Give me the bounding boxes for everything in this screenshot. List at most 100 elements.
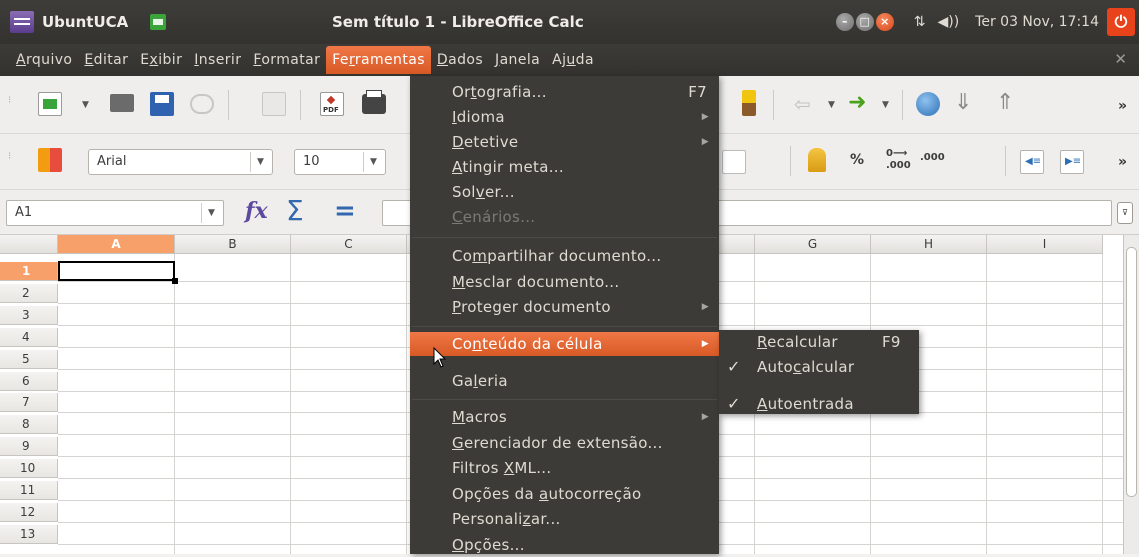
row-header-9[interactable]: 9 (0, 437, 58, 457)
currency-icon[interactable] (808, 148, 826, 172)
menu-exibir[interactable]: Exibir (134, 46, 188, 74)
menu-item-personalizar[interactable]: Personalizar... (410, 507, 719, 531)
borders-icon[interactable] (722, 150, 746, 174)
menu-item-conteudo-celula[interactable]: Conteúdo da célula ▶ (410, 332, 719, 356)
menu-dados[interactable]: Dados (431, 46, 489, 74)
toolbar-overflow-icon[interactable]: » (1118, 154, 1127, 170)
row-header-8[interactable]: 8 (0, 415, 58, 435)
chevron-down-icon[interactable]: ▼ (201, 203, 221, 223)
row-header-2[interactable]: 2 (0, 283, 58, 303)
font-name-combo[interactable]: Arial ▼ (88, 149, 273, 175)
sum-icon[interactable]: Σ (286, 194, 304, 227)
open-folder-icon[interactable] (110, 94, 134, 112)
export-pdf-icon[interactable]: PDF (320, 92, 344, 116)
clock[interactable]: Ter 03 Nov, 17:14 (975, 14, 1099, 30)
undo-icon[interactable]: ⇦ (794, 92, 811, 116)
column-header-c[interactable]: C (291, 235, 407, 254)
row-header-11[interactable]: 11 (0, 481, 58, 500)
row-header-1[interactable]: 1 (0, 262, 58, 281)
increase-indent-icon[interactable]: ▶≡ (1060, 150, 1084, 174)
close-window-button[interactable]: × (875, 13, 894, 31)
menu-item-autocorrecao[interactable]: Opções da autocorreção (410, 482, 719, 506)
percent-icon[interactable]: % (850, 152, 864, 168)
volume-icon[interactable]: ◀)) (937, 14, 959, 30)
vertical-scrollbar[interactable] (1123, 235, 1139, 554)
new-document-icon[interactable] (38, 92, 62, 116)
add-decimal-icon[interactable]: 0⟶ .000 (886, 148, 911, 172)
menu-item-macros[interactable]: Macros ▶ (410, 405, 719, 429)
sort-descending-icon[interactable]: ⇑ (996, 90, 1014, 115)
row-header-10[interactable]: 10 (0, 459, 58, 479)
toolbar-grip[interactable]: ⁝ (8, 96, 11, 106)
save-icon[interactable] (150, 92, 174, 116)
styles-icon[interactable] (38, 148, 62, 172)
menu-ajuda[interactable]: Ajuda (546, 46, 600, 74)
app-menu-icon[interactable] (10, 11, 34, 33)
sort-ascending-icon[interactable]: ⇓ (954, 90, 972, 115)
row-header-13[interactable]: 13 (0, 524, 58, 544)
row-header-3[interactable]: 3 (0, 305, 58, 325)
email-icon[interactable] (190, 94, 214, 114)
column-header-g[interactable]: G (755, 235, 871, 254)
menu-inserir[interactable]: Inserir (188, 46, 247, 74)
redo-dropdown-icon[interactable]: ▼ (882, 100, 889, 110)
function-wizard-icon[interactable]: fx (245, 198, 268, 224)
menu-item-filtros-xml[interactable]: Filtros XML... (410, 456, 719, 480)
menu-item-opcoes[interactable]: Opções... (410, 533, 719, 557)
menu-item-compartilhar[interactable]: Compartilhar documento... (410, 244, 719, 268)
clone-format-icon[interactable] (742, 90, 756, 116)
decrease-indent-icon[interactable]: ◀≡ (1020, 150, 1044, 174)
maximize-button[interactable]: □ (855, 13, 874, 31)
menu-item-atingir-meta[interactable]: Atingir meta... (410, 155, 719, 179)
power-icon[interactable]: ⏻ (1107, 8, 1135, 36)
row-header-7[interactable]: 7 (0, 393, 58, 413)
font-size-combo[interactable]: 10 ▼ (294, 149, 386, 175)
row-header-5[interactable]: 5 (0, 349, 58, 369)
submenu-arrow-icon: ▶ (701, 112, 709, 122)
submenu-item-recalcular[interactable]: Recalcular F9 (719, 330, 919, 354)
column-header-i[interactable]: I (987, 235, 1103, 254)
undo-dropdown-icon[interactable]: ▼ (828, 100, 835, 110)
row-header-12[interactable]: 12 (0, 502, 58, 522)
row-header-6[interactable]: 6 (0, 371, 58, 391)
submenu-item-autocalcular[interactable]: ✓ Autocalcular (719, 355, 919, 379)
menu-item-galeria[interactable]: Galeria (410, 369, 719, 393)
new-dropdown-icon[interactable]: ▼ (82, 100, 89, 110)
menu-item-solver[interactable]: Solver... (410, 180, 719, 204)
row-header-4[interactable]: 4 (0, 327, 58, 347)
selected-cell[interactable] (58, 261, 178, 284)
scrollbar-thumb[interactable] (1126, 247, 1137, 497)
menu-item-mesclar[interactable]: Mesclar documento... (410, 270, 719, 294)
column-header-h[interactable]: H (871, 235, 987, 254)
chevron-down-icon[interactable]: ▼ (250, 152, 270, 172)
minimize-button[interactable]: – (835, 13, 854, 31)
menu-janela[interactable]: Janela (489, 46, 546, 74)
redo-icon[interactable]: ➜ (848, 90, 866, 115)
hyperlink-icon[interactable] (916, 92, 940, 116)
menu-item-ortografia[interactable]: Ortografia... F7 (410, 80, 719, 104)
menu-item-detetive[interactable]: Detetive ▶ (410, 130, 719, 154)
expand-formula-icon[interactable]: ⊽ (1117, 202, 1133, 224)
menu-formatar[interactable]: Formatar (247, 46, 326, 74)
name-box[interactable]: A1 ▼ (6, 200, 224, 226)
menu-item-proteger[interactable]: Proteger documento ▶ (410, 295, 719, 319)
menu-item-gerenciador-extensao[interactable]: Gerenciador de extensão... (410, 431, 719, 455)
function-icon[interactable]: = (334, 196, 356, 226)
toolbar-grip[interactable]: ⁝ (8, 152, 11, 162)
menu-item-idioma[interactable]: Idioma ▶ (410, 105, 719, 129)
menu-ferramentas[interactable]: Ferramentas (326, 46, 431, 74)
corner-select-all[interactable] (0, 235, 58, 254)
print-icon[interactable] (362, 90, 386, 114)
submenu-item-autoentrada[interactable]: ✓ Autoentrada (719, 392, 919, 416)
toolbar-separator (902, 90, 903, 120)
close-document-icon[interactable]: ✕ (1114, 50, 1127, 68)
chevron-down-icon[interactable]: ▼ (363, 152, 383, 172)
menu-editar[interactable]: Editar (78, 46, 134, 74)
menu-arquivo[interactable]: Arquivo (10, 46, 78, 74)
delete-decimal-icon[interactable]: .000 (920, 152, 945, 163)
network-icon[interactable]: ⇅ (914, 14, 926, 30)
toolbar-overflow-icon[interactable]: » (1118, 98, 1127, 114)
column-header-b[interactable]: B (175, 235, 291, 254)
edit-mode-icon[interactable] (262, 92, 286, 116)
column-header-a[interactable]: A (58, 235, 175, 254)
